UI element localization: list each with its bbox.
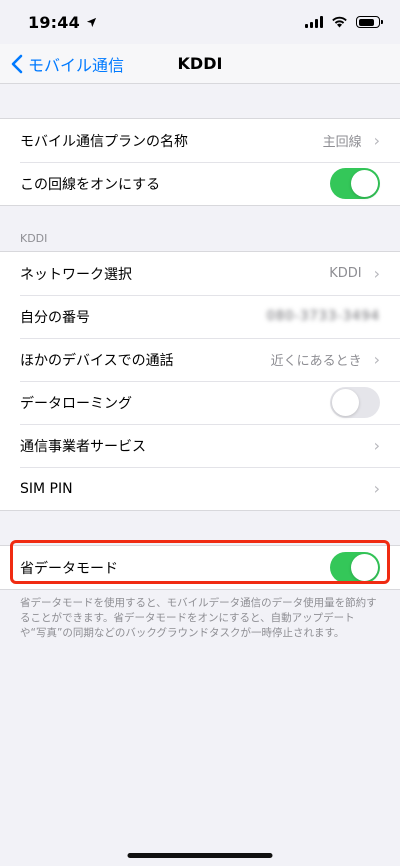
chevron-left-icon [11, 54, 23, 73]
home-indicator [127, 853, 273, 858]
chevron-right-icon: › [373, 263, 380, 283]
sim-pin-value-wrap: › [373, 478, 380, 498]
plan-name-value-wrap: 主回線 › [323, 131, 380, 150]
row-other-devices-calls[interactable]: ほかのデバイスでの通話 近くにあるとき › [0, 338, 400, 381]
section-header-kddi: KDDI [20, 232, 48, 245]
plan-name-label: モバイル通信プランの名称 [20, 133, 188, 150]
row-data-roaming: データローミング [0, 381, 400, 424]
group-plan: モバイル通信プランの名称 主回線 › この回線をオンにする [0, 118, 400, 206]
data-roaming-label: データローミング [20, 395, 132, 412]
row-plan-name[interactable]: モバイル通信プランの名称 主回線 › [0, 119, 400, 162]
group-low-data-mode: 省データモード [0, 545, 400, 590]
chevron-right-icon: › [373, 130, 380, 150]
data-roaming-toggle[interactable] [330, 387, 380, 418]
status-time: 19:44 [28, 12, 80, 32]
chevron-right-icon: › [373, 478, 380, 498]
row-sim-pin[interactable]: SIM PIN › [0, 467, 400, 510]
row-network-select[interactable]: ネットワーク選択 KDDI › [0, 252, 400, 295]
nav-bar: モバイル通信 KDDI [0, 44, 400, 84]
carrier-services-value-wrap: › [373, 435, 380, 455]
low-data-mode-footer: 省データモードを使用すると、モバイルデータ通信のデータ使用量を節約することができ… [20, 597, 377, 640]
low-data-mode-toggle[interactable] [330, 552, 380, 583]
toggle-knob [332, 389, 359, 416]
network-select-label: ネットワーク選択 [20, 266, 132, 283]
group-kddi: ネットワーク選択 KDDI › 自分の番号 080-3733-3494 ほかのデ… [0, 251, 400, 511]
my-number-value: 080-3733-3494 [266, 309, 380, 324]
my-number-value-wrap: 080-3733-3494 [267, 309, 380, 324]
toggle-knob [351, 170, 378, 197]
network-select-value: KDDI [329, 266, 362, 281]
wifi-icon [331, 13, 348, 32]
row-carrier-services[interactable]: 通信事業者サービス › [0, 424, 400, 467]
status-left: 19:44 [28, 13, 97, 32]
battery-icon [356, 16, 383, 28]
signal-bars-icon [305, 16, 323, 28]
row-my-number: 自分の番号 080-3733-3494 [0, 295, 400, 338]
sim-pin-label: SIM PIN [20, 480, 73, 497]
line-enable-toggle[interactable] [330, 168, 380, 199]
chevron-right-icon: › [373, 349, 380, 369]
network-select-value-wrap: KDDI › [329, 263, 380, 283]
other-devices-value-wrap: 近くにあるとき › [271, 350, 380, 369]
row-line-enable: この回線をオンにする [0, 162, 400, 205]
my-number-label: 自分の番号 [20, 309, 90, 326]
carrier-services-label: 通信事業者サービス [20, 438, 146, 455]
toggle-knob [351, 554, 378, 581]
status-bar: 19:44 [0, 0, 400, 44]
chevron-right-icon: › [373, 435, 380, 455]
row-low-data-mode: 省データモード [0, 546, 400, 589]
low-data-mode-label: 省データモード [20, 560, 118, 577]
back-label: モバイル通信 [28, 55, 125, 75]
location-arrow-icon [86, 13, 97, 32]
status-right [305, 13, 383, 32]
back-button[interactable]: モバイル通信 [10, 44, 124, 83]
line-enable-label: この回線をオンにする [20, 176, 161, 193]
other-devices-value: 近くにあるとき [270, 354, 362, 369]
other-devices-label: ほかのデバイスでの通話 [20, 352, 174, 369]
plan-name-value: 主回線 [322, 135, 362, 150]
